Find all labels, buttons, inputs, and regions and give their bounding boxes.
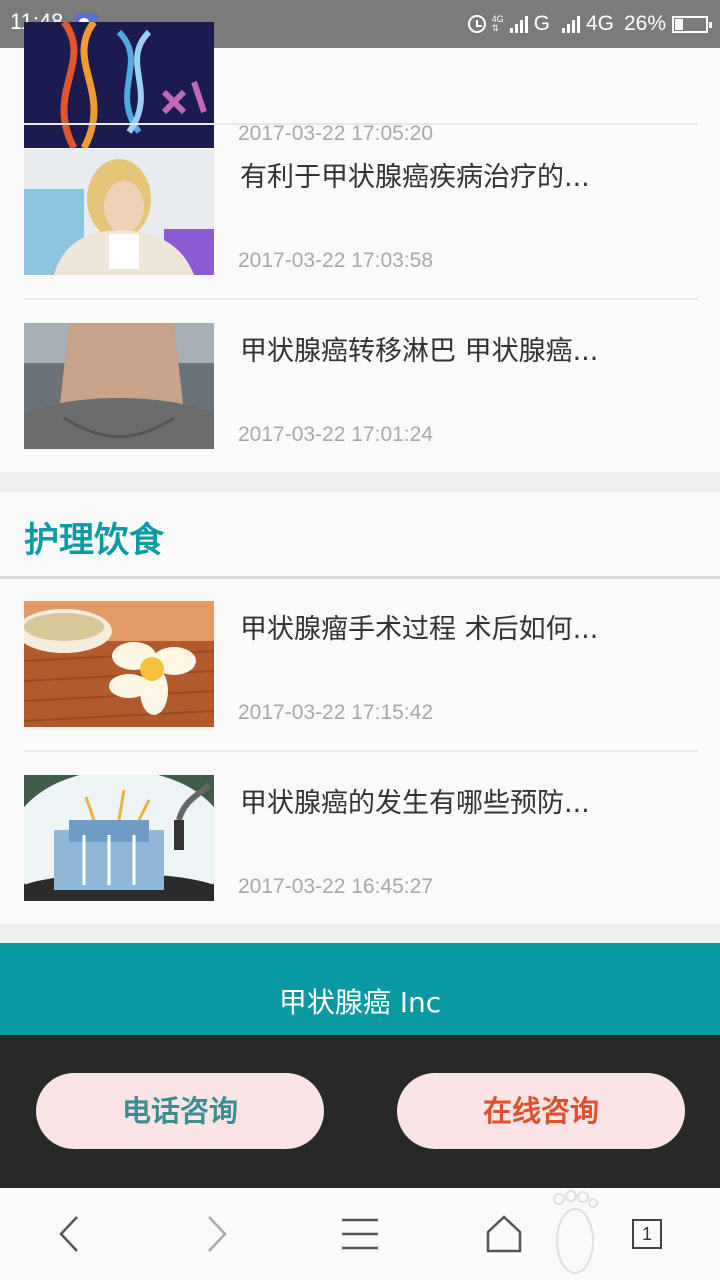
article-item[interactable]: 甲状腺癌转移淋巴 甲状腺癌... 2017-03-22 17:01:24 — [24, 323, 698, 449]
section-nursing-diet: 护理饮食 甲状腺瘤手术过程 术后如何... 2017-03-22 17:15:4… — [0, 492, 720, 924]
home-icon[interactable] — [474, 1188, 534, 1280]
article-thumbnail[interactable] — [24, 775, 214, 901]
article-list-top: 2017-03-22 17:05:20 有利于甲状腺癌疾病治疗的... 2017… — [0, 22, 720, 472]
article-date: 2017-03-22 17:15:42 — [238, 701, 433, 724]
article-date: 2017-03-22 17:05:20 — [238, 122, 433, 145]
article-item[interactable]: 2017-03-22 17:05:20 — [24, 22, 698, 148]
back-icon[interactable] — [40, 1188, 100, 1280]
article-item[interactable]: 甲状腺瘤手术过程 术后如何... 2017-03-22 17:15:42 — [24, 601, 698, 727]
divider — [24, 298, 698, 300]
article-title[interactable]: 有利于甲状腺癌疾病治疗的... — [240, 155, 590, 194]
divider — [24, 123, 698, 125]
article-date: 2017-03-22 17:03:58 — [238, 249, 433, 272]
online-consult-button[interactable]: 在线咨询 — [397, 1073, 685, 1149]
tabs-button[interactable]: 1 — [617, 1188, 677, 1280]
article-item[interactable]: 甲状腺癌的发生有哪些预防... 2017-03-22 16:45:27 — [24, 775, 698, 901]
tab-count: 1 — [632, 1219, 662, 1249]
article-thumbnail[interactable] — [24, 601, 214, 727]
article-thumbnail[interactable] — [24, 22, 214, 148]
article-title[interactable]: 甲状腺癌转移淋巴 甲状腺癌... — [240, 329, 598, 368]
site-footer: 甲状腺癌 Inc — [0, 943, 720, 1035]
article-thumbnail[interactable] — [24, 323, 214, 449]
footer-text: 甲状腺癌 Inc — [278, 986, 442, 1019]
consult-bar: 电话咨询 在线咨询 — [0, 1035, 720, 1188]
article-thumbnail[interactable] — [24, 149, 214, 275]
divider — [24, 750, 698, 752]
browser-nav-bar: 1 — [0, 1188, 720, 1280]
article-date: 2017-03-22 16:45:27 — [238, 875, 433, 898]
footprint-watermark-icon — [540, 1188, 610, 1280]
article-item[interactable]: 有利于甲状腺癌疾病治疗的... 2017-03-22 17:03:58 — [24, 149, 698, 275]
menu-icon[interactable] — [330, 1188, 390, 1280]
article-title[interactable]: 甲状腺瘤手术过程 术后如何... — [240, 607, 598, 646]
forward-icon[interactable] — [186, 1188, 246, 1280]
article-date: 2017-03-22 17:01:24 — [238, 423, 433, 446]
section-rule — [0, 576, 720, 579]
section-title[interactable]: 护理饮食 — [24, 512, 164, 563]
phone-consult-button[interactable]: 电话咨询 — [36, 1073, 324, 1149]
article-title[interactable]: 甲状腺癌的发生有哪些预防... — [240, 781, 590, 820]
